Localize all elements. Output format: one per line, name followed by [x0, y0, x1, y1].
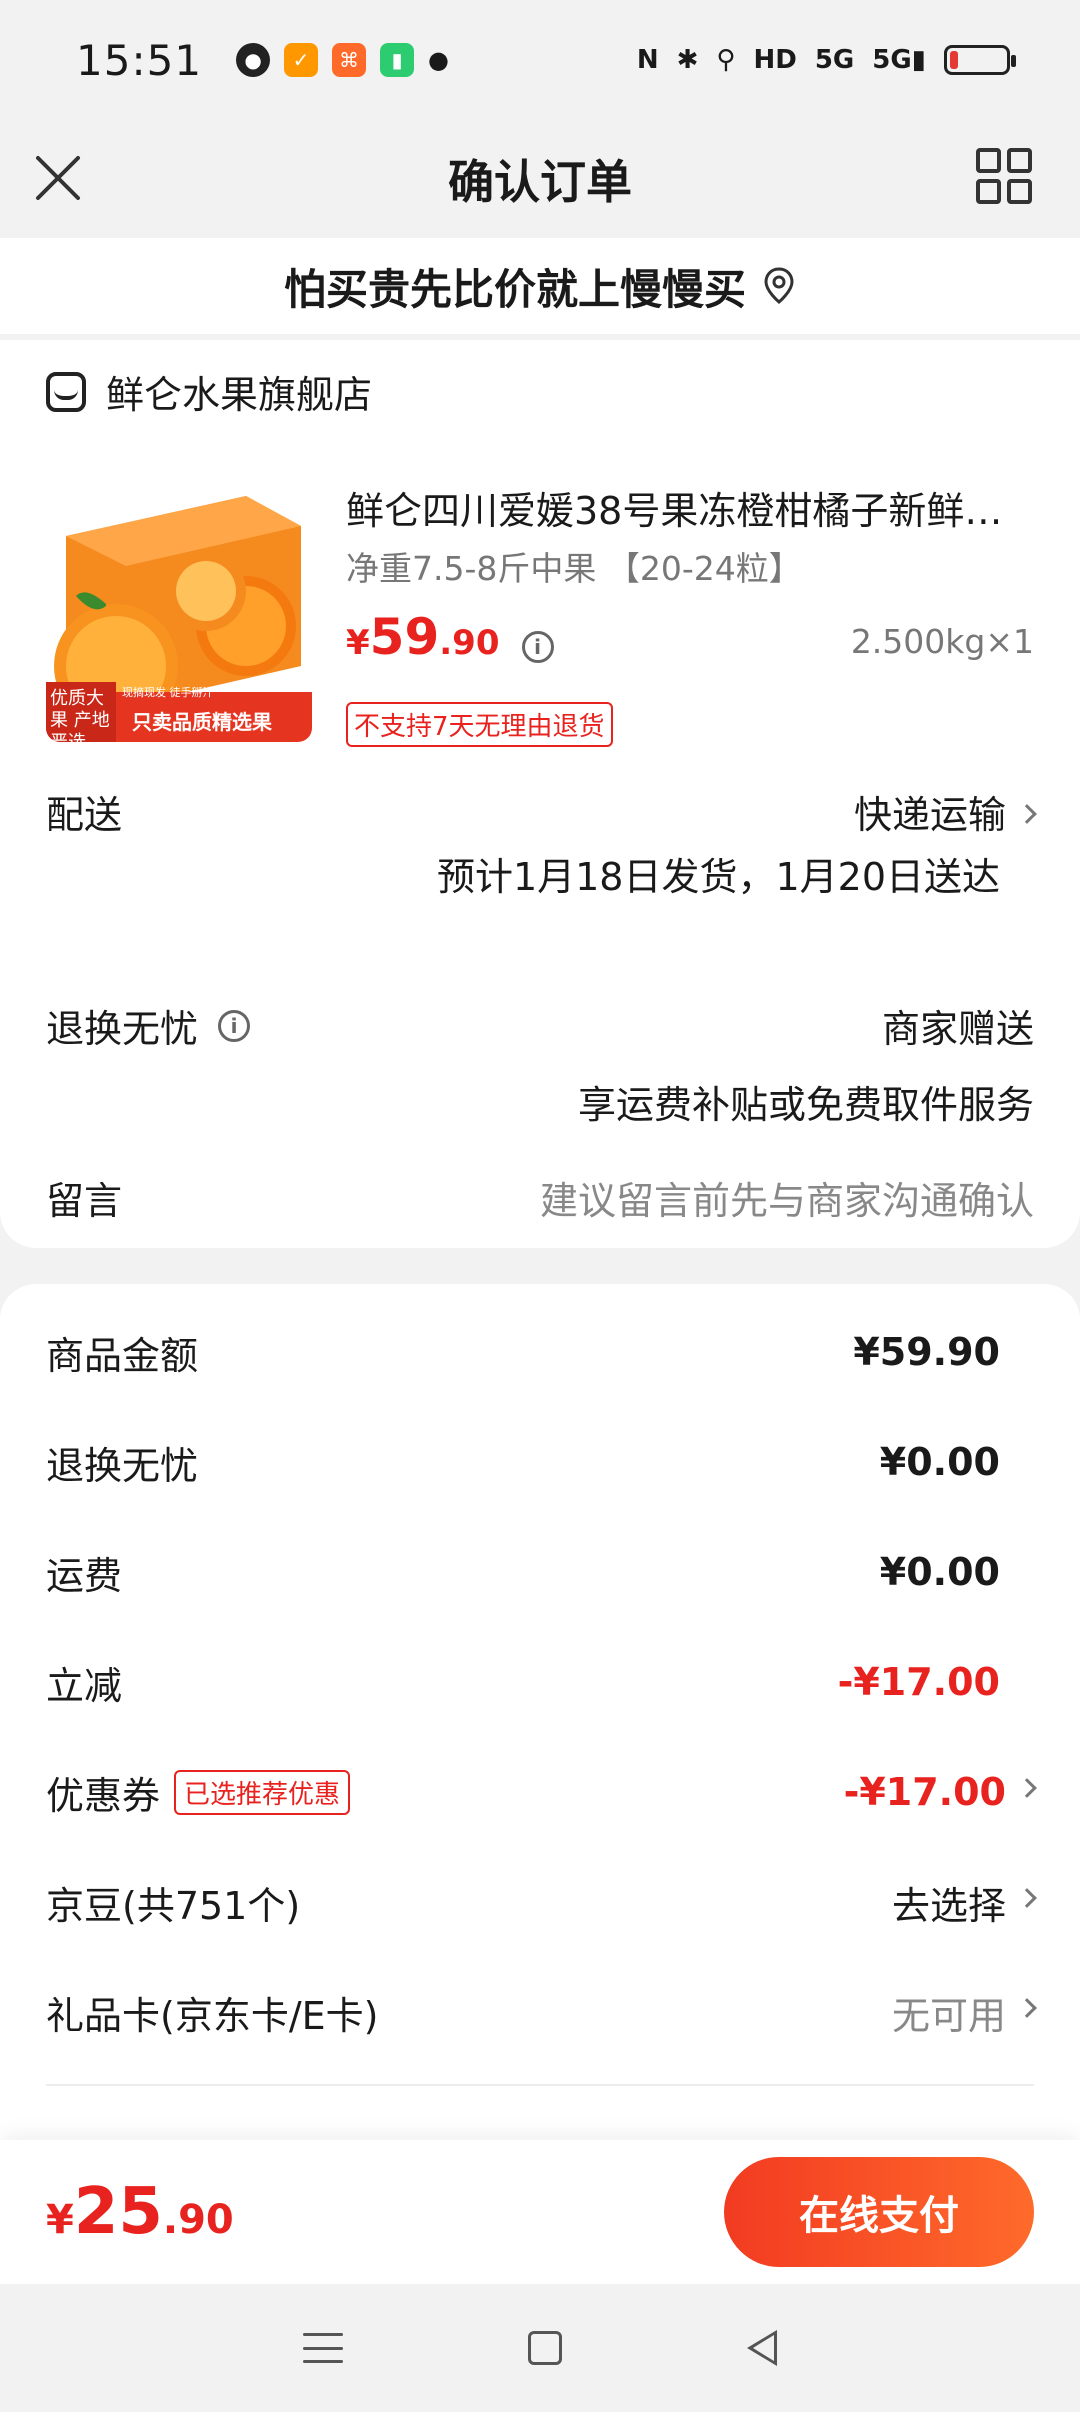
price-currency: ¥ — [346, 623, 370, 663]
signal-icon-2: 5G▮ — [872, 45, 926, 75]
coupon-tag: 已选推荐优惠 — [174, 1769, 351, 1815]
location-icon: ⚲ — [716, 45, 736, 75]
giftcard-value: 无可用 — [891, 1993, 1006, 2038]
no-return-tag: 不支持7天无理由退货 — [346, 702, 613, 747]
return-desc: 享运费补贴或免费取件服务 — [577, 1083, 1034, 1127]
shipping-value: ¥0.00 — [879, 1550, 1000, 1594]
return-info-icon[interactable]: i — [218, 1009, 251, 1042]
signal-icon: 5G — [814, 45, 855, 75]
coupon-value-group: -¥17.00 — [843, 1770, 1037, 1814]
close-icon[interactable] — [30, 150, 90, 210]
return-fee-row: 退换无忧 ¥0.00 — [46, 1432, 1034, 1492]
total-price: ¥ 25 .90 — [46, 2175, 234, 2249]
product-spec: 净重7.5-8斤中果 【20-24粒】 — [346, 549, 802, 588]
hd-icon: HD — [753, 45, 797, 75]
goods-amount-row: 商品金额 ¥59.90 — [46, 1322, 1034, 1382]
coupon-row[interactable]: 优惠券 已选推荐优惠 -¥17.00 — [46, 1762, 1037, 1822]
discount-row: 立减 -¥17.00 — [46, 1652, 1034, 1712]
chevron-right-icon — [1017, 1998, 1037, 2018]
back-icon[interactable] — [747, 2330, 778, 2366]
status-bar: 15:51 ● ✓ ⌘ ▮ ● N ✱ ⚲ HD 5G 5G▮ — [0, 0, 1080, 120]
location-pin-icon — [764, 267, 794, 304]
chevron-right-icon — [1017, 803, 1037, 824]
image-banner-text: 只卖品质精选果 — [132, 710, 272, 734]
delivery-estimate: 预计1月18日发货，1月20日送达 — [436, 855, 1000, 899]
price-dec: .90 — [439, 623, 500, 663]
giftcard-value-group: 无可用 — [891, 1985, 1037, 2040]
jingdou-row[interactable]: 京豆(共751个) 去选择 — [46, 1872, 1037, 1932]
image-banner-top: 优质大果 产地严选 — [50, 688, 110, 742]
price-int: 59 — [369, 608, 440, 666]
discount-value: -¥17.00 — [837, 1660, 1000, 1704]
wechat-icon: ● — [236, 43, 271, 77]
nfc-icon: N — [636, 45, 659, 75]
menu-icon[interactable] — [302, 2333, 343, 2363]
giftcard-label: 礼品卡(京东卡/E卡) — [46, 1993, 379, 2038]
product-price: ¥ 59 .90 i — [346, 608, 554, 666]
goods-amount-value: ¥59.90 — [853, 1330, 1000, 1374]
page-title: 确认订单 — [448, 155, 632, 209]
message-input[interactable]: 建议留言前先与商家沟通确认 — [540, 1170, 1034, 1225]
image-small-text: 现摘现发 徒手掰汁 — [122, 686, 214, 699]
divider — [46, 2084, 1034, 2086]
chevron-right-icon — [1017, 1778, 1037, 1798]
jingdou-value-group: 去选择 — [891, 1875, 1037, 1930]
shop-row[interactable]: 鲜仑水果旗舰店 — [46, 364, 372, 419]
promo-text: 怕买贵先比价就上慢慢买 — [283, 264, 746, 314]
shipping-row: 运费 ¥0.00 — [46, 1542, 1034, 1602]
total-dec: .90 — [162, 2197, 234, 2243]
system-nav-bar — [0, 2284, 1080, 2412]
promo-banner[interactable]: 怕买贵先比价就上慢慢买 — [0, 238, 1080, 334]
app-icon: ✓ — [284, 43, 319, 77]
product-title[interactable]: 鲜仑四川爱媛38号果冻橙柑橘子新鲜水果 — [346, 480, 1036, 535]
delivery-method[interactable]: 快递运输 — [853, 784, 1037, 839]
chevron-right-icon — [1017, 1888, 1037, 1908]
order-item-card: 鲜仑水果旗舰店 优质大果 产地严选 现摘现发 徒手掰汁 只卖品质精选果 鲜仑四川… — [0, 340, 1080, 1248]
home-icon[interactable] — [527, 2331, 562, 2365]
coupon-label-group: 优惠券 已选推荐优惠 — [46, 1765, 351, 1820]
bottom-pay-bar: ¥ 25 .90 在线支付 — [0, 2140, 1080, 2284]
jingdou-label: 京豆(共751个) — [46, 1883, 301, 1928]
battery-app-icon: ▮ — [380, 43, 415, 77]
weight-quantity: 2.500kg×1 — [850, 622, 1034, 661]
shop-name: 鲜仑水果旗舰店 — [106, 373, 373, 417]
price-info-icon[interactable]: i — [521, 631, 554, 663]
status-time: 15:51 — [76, 35, 203, 85]
battery-icon — [944, 45, 1016, 75]
coupon-value: -¥17.00 — [843, 1770, 1006, 1814]
pay-online-button[interactable]: 在线支付 — [724, 2157, 1034, 2267]
return-value: 商家赠送 — [881, 1007, 1034, 1051]
menu-grid-icon[interactable] — [976, 148, 1032, 204]
shipping-label: 运费 — [46, 1553, 123, 1598]
bluetooth-icon: ✱ — [676, 45, 699, 75]
discount-label: 立减 — [46, 1663, 123, 1708]
delivery-method-text: 快递运输 — [853, 793, 1006, 837]
status-app-icons: ● ✓ ⌘ ▮ ● — [236, 43, 449, 77]
fee-summary-card: 商品金额 ¥59.90 退换无忧 ¥0.00 运费 ¥0.00 立减 -¥17.… — [0, 1284, 1080, 2144]
jingdou-value: 去选择 — [891, 1883, 1006, 1928]
delivery-label: 配送 — [46, 793, 123, 837]
goods-amount-label: 商品金额 — [46, 1333, 199, 1378]
status-right: N ✱ ⚲ HD 5G 5G▮ — [636, 45, 1016, 75]
total-int: 25 — [73, 2175, 163, 2249]
return-fee-value: ¥0.00 — [879, 1440, 1000, 1484]
product-image[interactable]: 优质大果 产地严选 现摘现发 徒手掰汁 只卖品质精选果 — [46, 476, 312, 742]
return-label-row: 退换无忧 i — [46, 998, 251, 1053]
giftcard-row[interactable]: 礼品卡(京东卡/E卡) 无可用 — [46, 1982, 1037, 2042]
coupon-label: 优惠券 — [46, 1773, 161, 1818]
message-label: 留言 — [46, 1179, 123, 1223]
shop-icon — [46, 371, 86, 412]
app-icon: ⌘ — [332, 43, 367, 77]
total-currency: ¥ — [46, 2197, 74, 2243]
more-dot-icon: ● — [428, 46, 449, 74]
return-label: 退换无忧 — [46, 1007, 199, 1051]
top-nav-bar: 确认订单 — [0, 120, 1080, 238]
return-fee-label: 退换无忧 — [46, 1443, 199, 1488]
